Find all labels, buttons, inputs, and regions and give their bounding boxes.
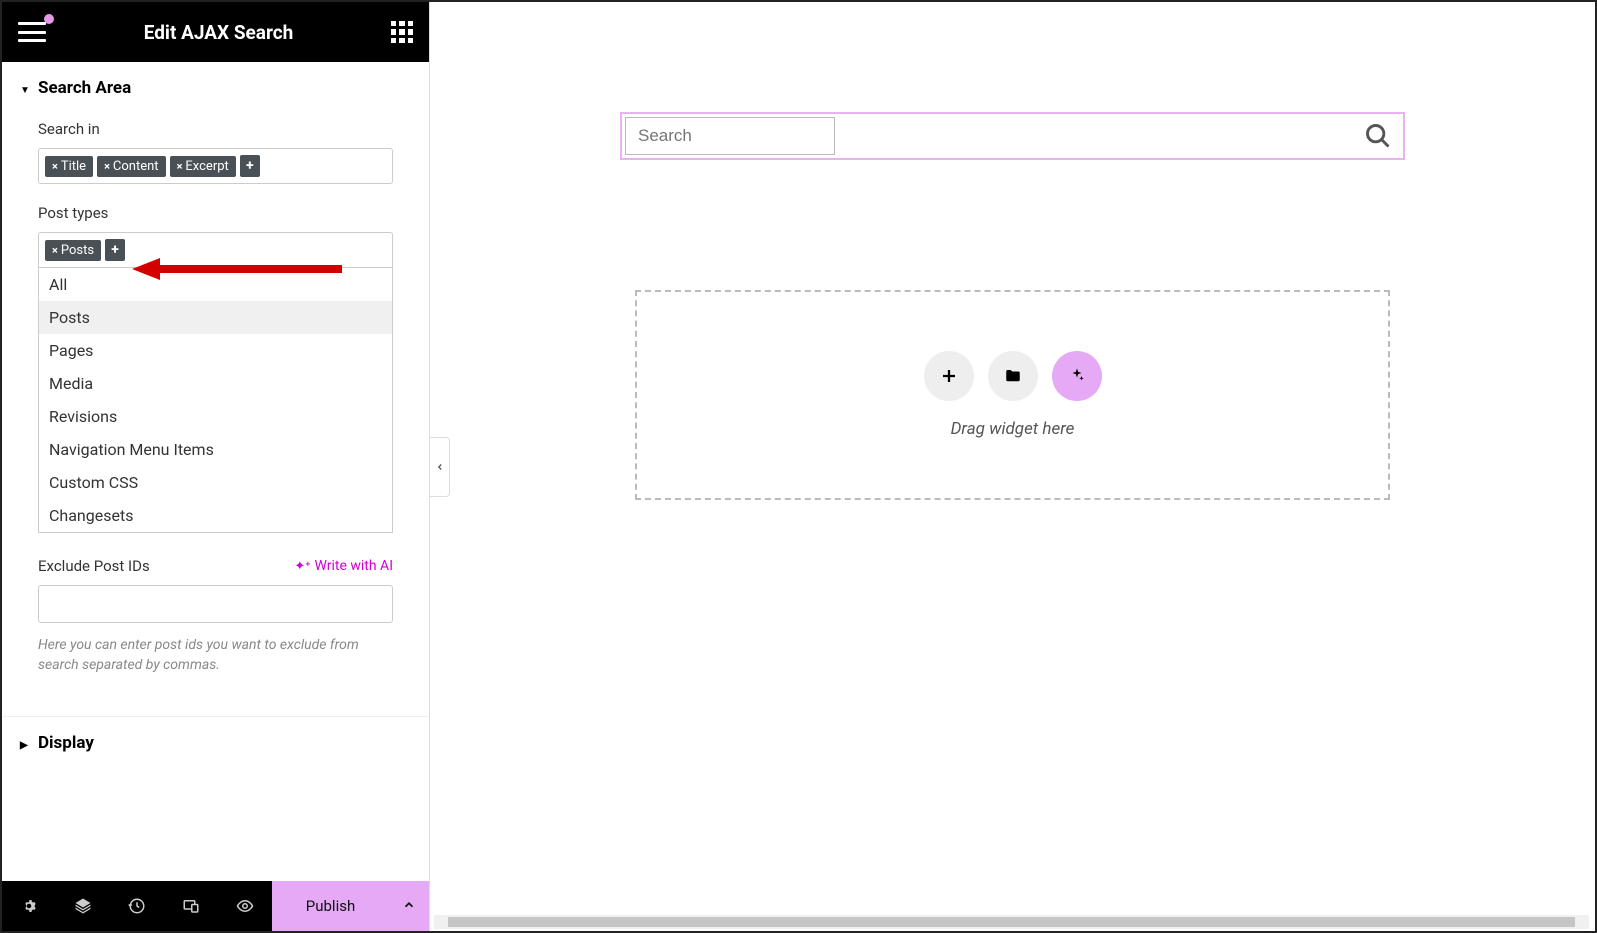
sparkle-icon: ✦⁺ bbox=[294, 559, 310, 574]
dropdown-option-changesets[interactable]: Changesets bbox=[39, 499, 392, 532]
plus-icon bbox=[940, 367, 958, 385]
add-post-type-button[interactable]: + bbox=[105, 239, 125, 261]
control-post-types: Post types ×Posts + All Posts Pages Medi… bbox=[2, 194, 429, 533]
caret-down-icon bbox=[20, 78, 30, 98]
post-types-dropdown[interactable]: All Posts Pages Media Revisions Navigati… bbox=[38, 268, 393, 533]
caret-right-icon bbox=[20, 733, 28, 753]
history-icon bbox=[128, 897, 146, 915]
chevron-up-icon bbox=[402, 898, 416, 912]
app-root: Edit AJAX Search Search Area Search in ×… bbox=[0, 0, 1597, 933]
panel-title: Edit AJAX Search bbox=[144, 21, 294, 44]
publish-button[interactable]: Publish bbox=[272, 897, 389, 915]
layers-icon bbox=[74, 897, 92, 915]
folder-icon bbox=[1004, 367, 1022, 385]
post-types-tag-input[interactable]: ×Posts + bbox=[38, 232, 393, 268]
tag-title[interactable]: ×Title bbox=[45, 156, 93, 177]
gear-icon bbox=[20, 897, 38, 915]
widgets-grid-button[interactable] bbox=[391, 21, 413, 43]
remove-tag-icon[interactable]: × bbox=[177, 160, 183, 173]
navigator-button[interactable] bbox=[56, 881, 110, 931]
sidebar-header: Edit AJAX Search bbox=[2, 2, 429, 62]
publish-options-button[interactable] bbox=[389, 897, 429, 916]
horizontal-scrollbar[interactable] bbox=[434, 915, 1589, 929]
scrollbar-thumb[interactable] bbox=[448, 917, 1575, 927]
exclude-ids-input[interactable] bbox=[38, 585, 393, 623]
bottom-icons bbox=[2, 881, 272, 931]
panel-body: Search Area Search in ×Title ×Content ×E… bbox=[2, 62, 429, 881]
add-template-button[interactable] bbox=[988, 351, 1038, 401]
search-icon bbox=[1364, 122, 1392, 150]
hamburger-menu-button[interactable] bbox=[18, 22, 46, 42]
dropdown-option-revisions[interactable]: Revisions bbox=[39, 400, 392, 433]
section-title: Display bbox=[38, 733, 94, 753]
dropdown-option-posts[interactable]: Posts bbox=[39, 301, 392, 334]
remove-tag-icon[interactable]: × bbox=[52, 244, 58, 257]
dropdown-option-nav-menu-items[interactable]: Navigation Menu Items bbox=[39, 433, 392, 466]
publish-area: Publish bbox=[272, 881, 429, 931]
tag-excerpt[interactable]: ×Excerpt bbox=[170, 156, 236, 177]
section-display-wrapper: Display bbox=[2, 716, 429, 765]
exclude-label: Exclude Post IDs bbox=[38, 557, 150, 575]
preview-button[interactable] bbox=[218, 881, 272, 931]
search-in-label: Search in bbox=[38, 120, 393, 138]
section-display[interactable]: Display bbox=[2, 717, 429, 765]
canvas-inner: Drag widget here bbox=[430, 112, 1595, 520]
settings-button[interactable] bbox=[2, 881, 56, 931]
dropdown-option-media[interactable]: Media bbox=[39, 367, 392, 400]
dropdown-option-custom-css[interactable]: Custom CSS bbox=[39, 466, 392, 499]
dropdown-option-all[interactable]: All bbox=[39, 268, 392, 301]
add-tag-button[interactable]: + bbox=[240, 155, 260, 177]
drop-zone-text: Drag widget here bbox=[951, 419, 1075, 439]
tag-content[interactable]: ×Content bbox=[97, 156, 165, 177]
section-search-area[interactable]: Search Area bbox=[2, 62, 429, 110]
responsive-button[interactable] bbox=[164, 881, 218, 931]
responsive-icon bbox=[182, 897, 200, 915]
sparkle-icon bbox=[1068, 367, 1086, 385]
search-in-tag-input[interactable]: ×Title ×Content ×Excerpt + bbox=[38, 148, 393, 184]
remove-tag-icon[interactable]: × bbox=[104, 160, 110, 173]
search-input[interactable] bbox=[625, 117, 835, 155]
eye-icon bbox=[236, 897, 254, 915]
add-ai-button[interactable] bbox=[1052, 351, 1102, 401]
drop-zone-buttons bbox=[924, 351, 1102, 401]
exclude-label-row: Exclude Post IDs ✦⁺ Write with AI bbox=[38, 557, 393, 575]
section-title: Search Area bbox=[38, 78, 131, 98]
editor-canvas[interactable]: Drag widget here bbox=[430, 2, 1595, 931]
remove-tag-icon[interactable]: × bbox=[52, 160, 58, 173]
history-button[interactable] bbox=[110, 881, 164, 931]
bottom-bar: Publish bbox=[2, 881, 429, 931]
editor-sidebar: Edit AJAX Search Search Area Search in ×… bbox=[2, 2, 430, 931]
write-with-ai-button[interactable]: ✦⁺ Write with AI bbox=[294, 558, 393, 574]
collapse-sidebar-button[interactable] bbox=[430, 437, 450, 497]
post-types-label: Post types bbox=[38, 204, 393, 222]
notification-dot-icon bbox=[44, 14, 54, 24]
control-search-in: Search in ×Title ×Content ×Excerpt + bbox=[2, 110, 429, 194]
dropdown-option-pages[interactable]: Pages bbox=[39, 334, 392, 367]
exclude-help-text: Here you can enter post ids you want to … bbox=[38, 635, 393, 676]
widget-drop-zone[interactable]: Drag widget here bbox=[635, 290, 1390, 500]
chevron-left-icon bbox=[435, 460, 445, 474]
control-exclude-ids: Exclude Post IDs ✦⁺ Write with AI Here y… bbox=[2, 547, 429, 686]
tag-posts[interactable]: ×Posts bbox=[45, 240, 101, 261]
add-widget-button[interactable] bbox=[924, 351, 974, 401]
ajax-search-widget[interactable] bbox=[620, 112, 1405, 160]
